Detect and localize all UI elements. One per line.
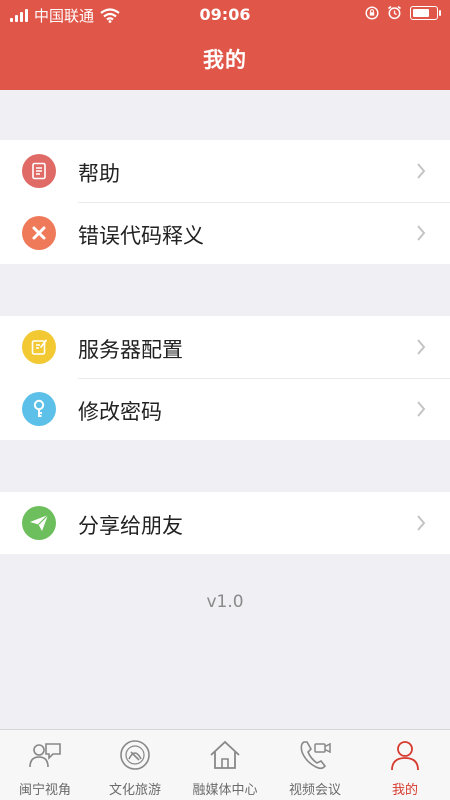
menu-group-2: 服务器配置 修改密码	[0, 316, 450, 440]
chevron-right-icon	[417, 163, 426, 179]
menu-item-change-password[interactable]: 修改密码	[0, 378, 450, 440]
tab-culture-tourism[interactable]: 文化旅游	[90, 730, 180, 800]
culture-emblem-icon	[120, 740, 150, 770]
menu-item-label: 修改密码	[78, 400, 162, 424]
key-icon	[22, 392, 56, 426]
tab-label: 视频会议	[288, 783, 341, 798]
alarm-icon	[388, 5, 401, 20]
help-document-icon	[22, 154, 56, 188]
home-icon	[210, 740, 240, 769]
menu-item-error-codes[interactable]: 错误代码释义	[0, 202, 450, 264]
tab-video-meeting[interactable]: 视频会议	[270, 730, 360, 800]
chevron-right-icon	[417, 515, 426, 531]
user-icon	[391, 741, 419, 771]
paper-plane-icon	[22, 506, 56, 540]
page-title: 我的	[203, 48, 247, 72]
error-x-icon	[22, 216, 56, 250]
tab-label: 融媒体中心	[192, 783, 258, 798]
chevron-right-icon	[417, 339, 426, 355]
tab-media-center[interactable]: 融媒体中心	[180, 730, 270, 800]
app-header: 中国联通 09:06 我的	[0, 0, 450, 90]
menu-group-1: 帮助 错误代码释义	[0, 140, 450, 264]
menu-item-help[interactable]: 帮助	[0, 140, 450, 202]
tab-label: 闽宁视角	[18, 783, 71, 798]
rotation-lock-icon	[365, 5, 379, 20]
menu-item-label: 服务器配置	[78, 338, 183, 362]
menu-group-3: 分享给朋友	[0, 492, 450, 554]
status-bar: 中国联通 09:06	[0, 0, 450, 30]
menu-item-label: 帮助	[78, 162, 120, 186]
app-version: v1.0	[206, 592, 244, 612]
tab-label: 文化旅游	[108, 783, 161, 798]
tab-label: 我的	[391, 783, 418, 798]
tab-minning-view[interactable]: 闽宁视角	[0, 730, 90, 800]
menu-item-label: 错误代码释义	[78, 224, 204, 248]
video-call-icon	[300, 741, 331, 770]
chevron-right-icon	[417, 401, 426, 417]
edit-note-icon	[22, 330, 56, 364]
chevron-right-icon	[417, 225, 426, 241]
battery-icon	[410, 5, 441, 20]
tab-mine[interactable]: 我的	[360, 730, 450, 800]
bottom-tab-bar: 闽宁视角 文化旅游 融媒体中心 视频会议 我的	[0, 729, 450, 800]
menu-item-server-config[interactable]: 服务器配置	[0, 316, 450, 378]
people-chat-icon	[29, 743, 61, 768]
menu-item-label: 分享给朋友	[78, 514, 183, 538]
menu-item-share[interactable]: 分享给朋友	[0, 492, 450, 554]
